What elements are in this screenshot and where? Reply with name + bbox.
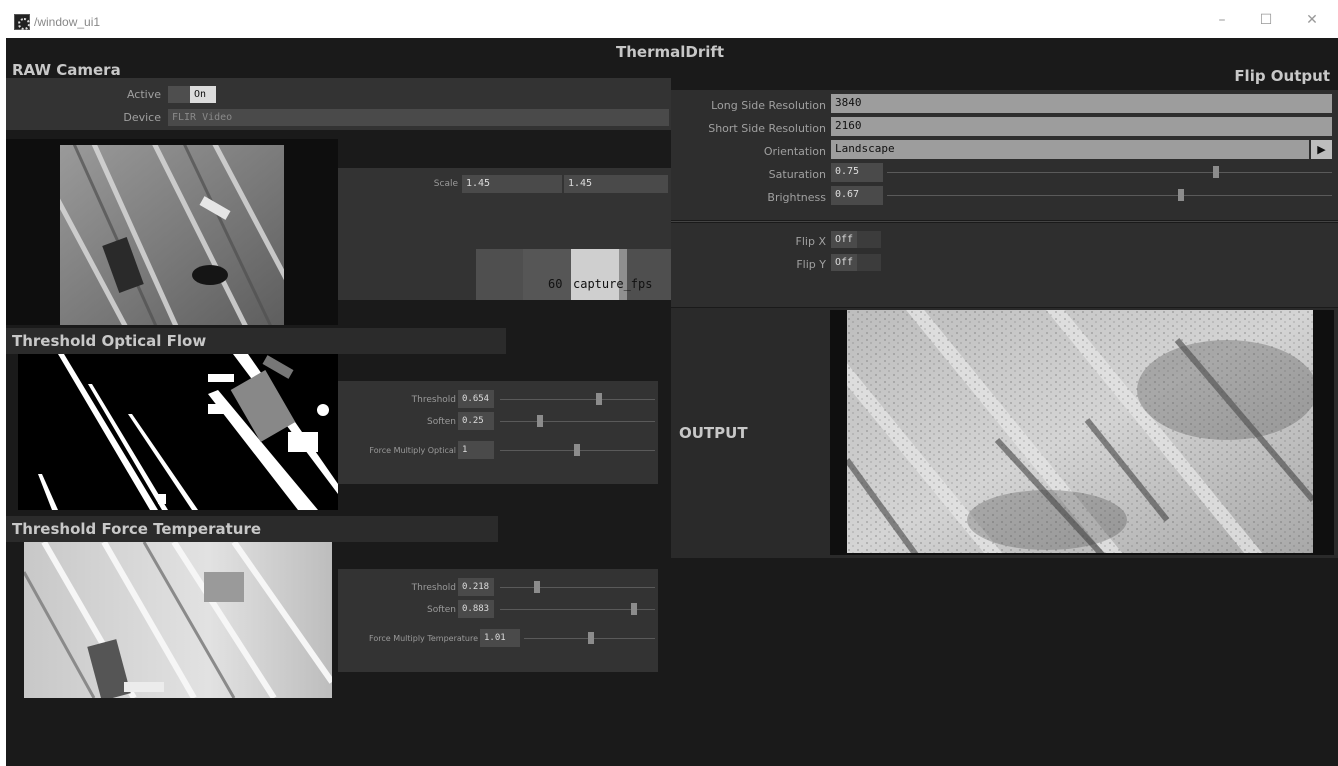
raw-camera-heading: RAW Camera: [12, 61, 121, 79]
threshold-optical-heading: Threshold Optical Flow: [6, 328, 506, 354]
brightness-label: Brightness: [767, 191, 826, 204]
flip-toggles-panel: Flip X Off Flip Y Off: [671, 223, 1338, 307]
short-side-label: Short Side Resolution: [708, 122, 826, 135]
active-toggle[interactable]: On: [190, 86, 216, 103]
saturation-knob[interactable]: [1213, 166, 1219, 178]
optical-threshold-knob[interactable]: [596, 393, 602, 405]
optical-controls-panel: Threshold 0.654 Soften 0.25 Force Multip…: [338, 381, 658, 484]
optical-flow-image: [18, 354, 338, 510]
flip-output-heading: Flip Output: [1234, 67, 1330, 85]
window-titlebar: /window_ui1 – ☐ ✕: [0, 0, 1338, 38]
fps-value: 60: [548, 277, 563, 291]
temperature-force-label: Force Multiply Temperature: [369, 634, 478, 643]
temperature-threshold-knob[interactable]: [534, 581, 540, 593]
output-panel: OUTPUT: [671, 308, 1338, 558]
orientation-label: Orientation: [763, 145, 826, 158]
app-canvas: ThermalDrift RAW Camera Active On Device…: [6, 38, 1338, 766]
flip-y-toggle[interactable]: Off: [831, 254, 857, 271]
fps-slider-fill: [523, 249, 571, 300]
active-label: Active: [126, 88, 161, 101]
saturation-track[interactable]: [887, 172, 1332, 173]
temperature-image: [24, 542, 332, 698]
orientation-arrow-icon[interactable]: ▶: [1311, 140, 1332, 159]
fps-slider[interactable]: 60 capture_fps: [476, 249, 671, 300]
minimize-icon[interactable]: –: [1212, 10, 1232, 30]
close-icon[interactable]: ✕: [1302, 10, 1322, 30]
scale-x-field[interactable]: 1.45: [462, 175, 562, 193]
divider: [671, 221, 1338, 222]
device-select[interactable]: FLIR Video: [168, 109, 669, 126]
temperature-threshold-label: Threshold: [411, 583, 456, 593]
app-icon: [14, 14, 30, 30]
flip-y-label: Flip Y: [796, 258, 826, 271]
brightness-knob[interactable]: [1178, 189, 1184, 201]
long-side-field[interactable]: 3840: [831, 94, 1332, 113]
optical-threshold-field[interactable]: 0.654: [458, 390, 494, 408]
temperature-controls-panel: Threshold 0.218 Soften 0.883 Force Multi…: [338, 569, 658, 672]
optical-force-field[interactable]: 1: [458, 441, 494, 459]
temperature-soften-field[interactable]: 0.883: [458, 600, 494, 618]
scale-label: Scale: [433, 179, 458, 189]
fps-slider-highlight: [571, 249, 619, 300]
active-toggle-track[interactable]: [168, 86, 190, 103]
raw-camera-settings-panel: Active On Device FLIR Video: [6, 78, 671, 130]
optical-threshold-track[interactable]: [500, 399, 655, 400]
orientation-select[interactable]: Landscape: [831, 140, 1309, 159]
maximize-icon[interactable]: ☐: [1256, 10, 1276, 30]
flip-y-toggle-track[interactable]: [857, 254, 881, 271]
flip-x-toggle-track[interactable]: [857, 231, 881, 248]
saturation-label: Saturation: [768, 168, 826, 181]
app-title: ThermalDrift: [616, 43, 725, 61]
device-label: Device: [123, 111, 161, 124]
optical-soften-field[interactable]: 0.25: [458, 412, 494, 430]
temperature-soften-knob[interactable]: [631, 603, 637, 615]
scale-y-field[interactable]: 1.45: [564, 175, 668, 193]
fps-label: capture_fps: [573, 277, 653, 291]
saturation-field[interactable]: 0.75: [831, 163, 883, 182]
temperature-soften-label: Soften: [427, 605, 456, 615]
temperature-force-knob[interactable]: [588, 632, 594, 644]
fps-slider-handle[interactable]: [619, 249, 627, 300]
temperature-threshold-field[interactable]: 0.218: [458, 578, 494, 596]
flip-x-label: Flip X: [795, 235, 826, 248]
optical-soften-track[interactable]: [500, 421, 655, 422]
brightness-track[interactable]: [887, 195, 1332, 196]
short-side-field[interactable]: 2160: [831, 117, 1332, 136]
optical-force-label: Force Multiply Optical: [369, 446, 456, 455]
optical-threshold-label: Threshold: [411, 395, 456, 405]
optical-force-knob[interactable]: [574, 444, 580, 456]
output-label: OUTPUT: [679, 424, 748, 442]
optical-soften-knob[interactable]: [537, 415, 543, 427]
flip-x-toggle[interactable]: Off: [831, 231, 857, 248]
output-image: [847, 310, 1313, 553]
raw-camera-image: [60, 145, 284, 325]
flip-output-settings-panel: Long Side Resolution 3840 Short Side Res…: [671, 90, 1338, 220]
long-side-label: Long Side Resolution: [711, 99, 826, 112]
threshold-temperature-heading: Threshold Force Temperature: [6, 516, 498, 542]
temperature-threshold-track[interactable]: [500, 587, 655, 588]
temperature-force-field[interactable]: 1.01: [480, 629, 520, 647]
window-title: /window_ui1: [34, 15, 101, 29]
brightness-field[interactable]: 0.67: [831, 186, 883, 205]
optical-soften-label: Soften: [427, 417, 456, 427]
